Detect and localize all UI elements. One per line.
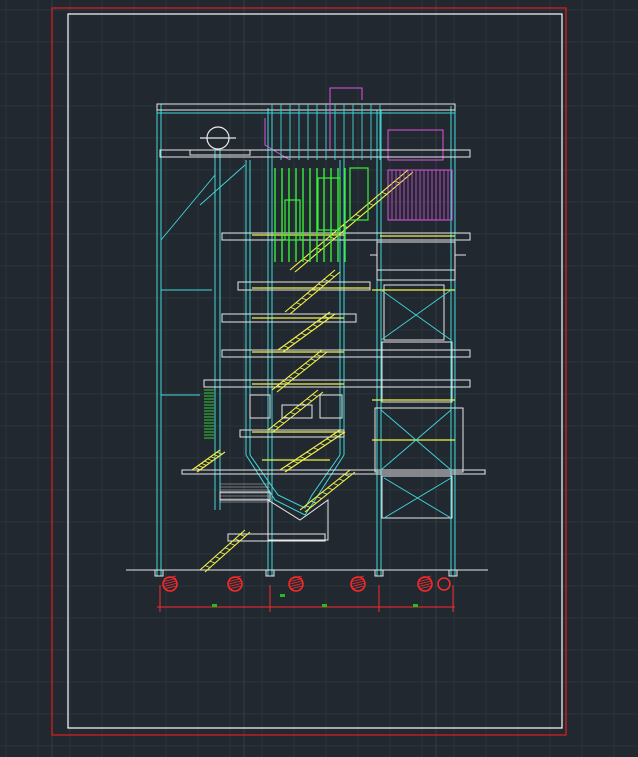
stair-tread — [294, 371, 300, 375]
stair-tread — [327, 487, 333, 491]
stair-tread — [282, 380, 289, 384]
foundation-marker — [437, 577, 451, 591]
frame-member — [160, 174, 216, 241]
column-base-plate — [265, 569, 275, 577]
stair-tread — [278, 420, 285, 424]
stair-tread — [295, 336, 301, 340]
stair-tread — [368, 202, 374, 206]
stair-stringer — [282, 313, 336, 353]
cad-drawing-canvas[interactable] — [0, 0, 638, 757]
column-base-plate — [374, 569, 384, 577]
stair-tread — [310, 358, 317, 362]
platform-deck — [239, 429, 345, 438]
column-base-plate — [154, 569, 164, 577]
stair-stringer — [196, 451, 226, 473]
stair-stringer — [284, 269, 336, 313]
stair-tread — [229, 542, 236, 546]
stair-tread — [326, 438, 332, 442]
stair-tread — [319, 442, 326, 446]
stair-tread — [201, 462, 207, 466]
stair-stringer — [294, 171, 414, 273]
stair-tread — [306, 451, 312, 455]
column-base-plate — [448, 569, 458, 577]
stair-tread — [286, 465, 292, 468]
stair-tread — [204, 565, 211, 568]
stair-tread — [333, 482, 339, 486]
stair-stringer — [289, 271, 341, 315]
stair-tread — [338, 478, 345, 482]
stair-tread — [316, 496, 322, 500]
stair-tread — [300, 332, 307, 336]
stair-tread — [316, 354, 322, 357]
stair-tread — [318, 283, 324, 287]
stair-tread — [307, 292, 313, 296]
sheet-outer-border — [51, 7, 567, 736]
stair-tread — [204, 460, 210, 464]
platform-deck — [237, 281, 371, 291]
burner-block — [319, 394, 343, 419]
foundation-markers — [154, 569, 458, 592]
platform-deck — [221, 349, 471, 358]
stair-tread — [329, 274, 335, 278]
stair-tread — [312, 394, 318, 397]
stair-tread — [288, 376, 294, 380]
stair-tread — [216, 451, 223, 455]
dimension-chain — [157, 585, 455, 612]
stair-stringer — [276, 351, 328, 393]
stair-stringer — [199, 529, 246, 571]
stair-tread — [198, 465, 204, 468]
stair-stringer — [279, 429, 341, 471]
background-grid — [0, 0, 638, 757]
stair-stringer — [191, 449, 221, 471]
stair-tread — [224, 547, 231, 551]
roof-beam — [156, 103, 456, 114]
stair-tread — [381, 191, 387, 195]
boiler-drum — [200, 126, 236, 150]
stair-tread — [214, 556, 221, 560]
stair-tread — [207, 458, 213, 462]
boiler-elevation-drawing — [126, 87, 488, 612]
stair-tread — [283, 345, 289, 349]
stair-tread — [313, 447, 319, 451]
stair-stringer — [304, 471, 356, 513]
stair-tread — [290, 306, 296, 310]
sheet-inner-border — [67, 13, 563, 729]
stair-tread — [329, 236, 335, 240]
stair-tread — [295, 302, 302, 306]
platform-deck — [159, 149, 471, 158]
stair-stringer — [267, 389, 319, 431]
burner-block — [249, 394, 271, 419]
stair-tread — [312, 324, 318, 328]
stair-tread — [209, 560, 216, 564]
stair-tread — [299, 367, 305, 371]
stair-tread — [344, 474, 350, 477]
stair-tread — [302, 258, 309, 262]
stair-tread — [305, 362, 311, 366]
header-box — [317, 177, 341, 231]
dimension-text-markers — [212, 594, 418, 607]
stair-tread — [306, 398, 313, 402]
stair-tread — [295, 407, 301, 411]
stair-tread — [333, 434, 339, 437]
